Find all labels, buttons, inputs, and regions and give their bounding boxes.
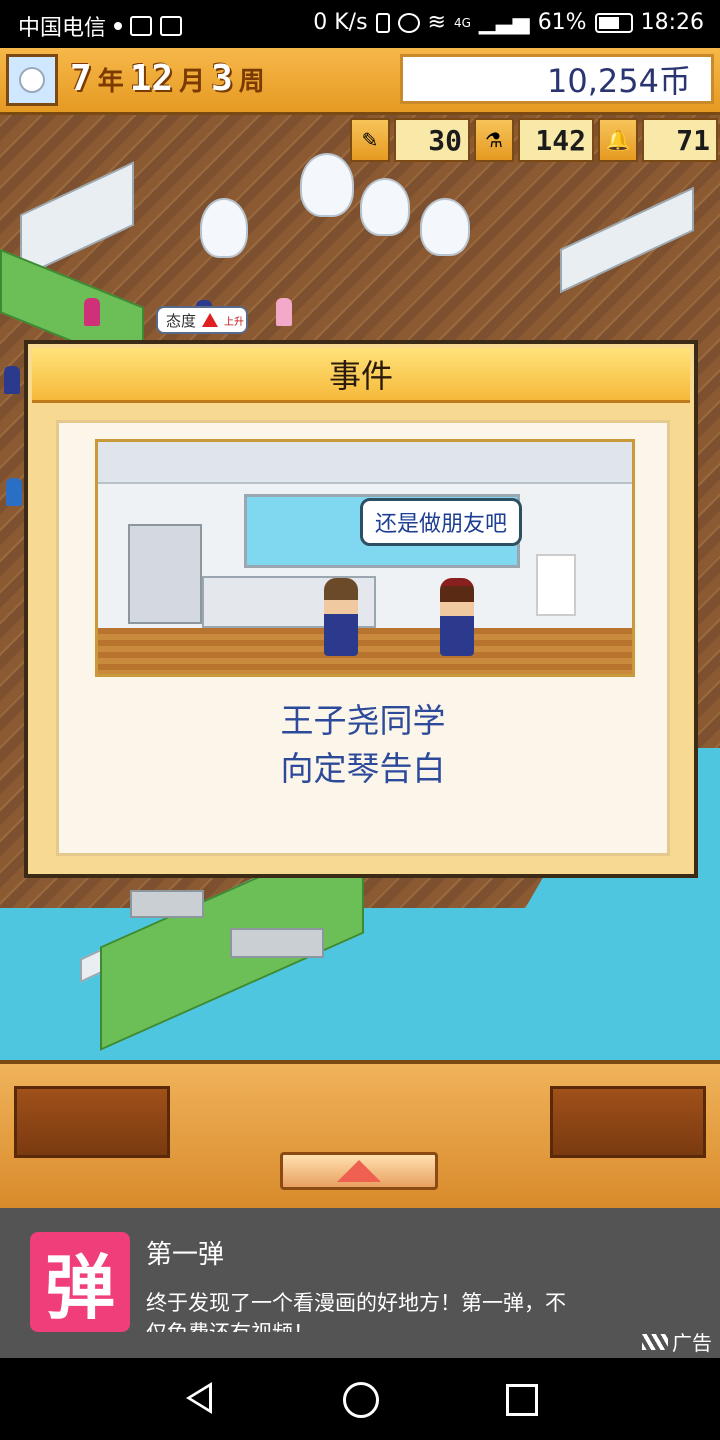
ad-label: 广告 bbox=[642, 1327, 712, 1356]
rabbit-character[interactable] bbox=[276, 298, 292, 326]
desk-cluster bbox=[130, 890, 204, 918]
top-hud: 7 年 12 月 3 周 10,254币 bbox=[0, 48, 720, 115]
boy-character bbox=[324, 578, 358, 656]
stat-other-points: 71 bbox=[642, 118, 718, 162]
ad-banner[interactable]: 弹 第一弹 终于发现了一个看漫画的好地方！第一弹，不仅免费还有视频！ 广告 bbox=[0, 1208, 720, 1358]
event-dialog[interactable]: 事件 还是做朋友吧 王子尧同学 向定琴告白 bbox=[24, 340, 698, 878]
scene-ceiling bbox=[98, 442, 632, 484]
student-character[interactable] bbox=[4, 366, 20, 394]
year-unit: 年 bbox=[97, 67, 124, 97]
scene-floor bbox=[98, 628, 632, 674]
game-date: 7 年 12 月 3 周 bbox=[70, 58, 265, 102]
snowy-tree bbox=[300, 153, 354, 217]
vibrate-icon bbox=[375, 12, 390, 33]
ad-app-logo[interactable]: 弹 bbox=[30, 1232, 130, 1332]
desk-cluster bbox=[230, 928, 324, 958]
left-menu-slot[interactable] bbox=[14, 1086, 170, 1158]
attitude-tag: 态度 上升 bbox=[156, 306, 248, 334]
ad-description[interactable]: 终于发现了一个看漫画的好地方！第一弹，不仅免费还有视频！ bbox=[146, 1288, 566, 1332]
status-bar: 中国电信 0 K/s ≋ 4G ▁▃▅ 61% 18:26 bbox=[0, 0, 720, 48]
recent-apps-icon[interactable] bbox=[506, 1384, 538, 1416]
snowy-tree bbox=[200, 198, 248, 258]
month-unit: 月 bbox=[179, 67, 206, 97]
bell-icon: 🔔 bbox=[598, 118, 638, 162]
pencil-icon: ✎ bbox=[350, 118, 390, 162]
ad-title[interactable]: 第一弹 bbox=[146, 1234, 224, 1271]
snowman-icon[interactable] bbox=[6, 54, 58, 106]
ad-tag-text: 广告 bbox=[672, 1331, 712, 1355]
battery-icon bbox=[594, 12, 633, 33]
clock: 18:26 bbox=[640, 10, 704, 35]
signal-icon: ▁▃▅ bbox=[478, 10, 530, 35]
clipboard-icon bbox=[130, 16, 153, 36]
event-line-1: 王子尧同学 bbox=[280, 701, 446, 740]
back-icon[interactable] bbox=[186, 1382, 212, 1414]
building-wall bbox=[560, 186, 694, 294]
building-wall bbox=[20, 161, 134, 279]
arrow-up-icon bbox=[202, 313, 219, 327]
attitude-label: 态度 bbox=[166, 311, 197, 330]
right-menu-slot[interactable] bbox=[550, 1086, 706, 1158]
snowy-tree bbox=[420, 198, 470, 256]
speech-bubble: 还是做朋友吧 bbox=[360, 498, 523, 546]
event-description: 王子尧同学 向定琴告白 bbox=[59, 697, 667, 793]
triangle-up-icon bbox=[337, 1160, 381, 1182]
scene-lockers bbox=[128, 524, 202, 624]
network-type: 4G bbox=[453, 15, 471, 30]
event-dialog-title: 事件 bbox=[32, 348, 690, 403]
student-character[interactable] bbox=[84, 298, 100, 326]
event-line-2: 向定琴告白 bbox=[280, 749, 446, 788]
home-icon[interactable] bbox=[343, 1382, 379, 1418]
snowy-tree bbox=[360, 178, 410, 236]
network-speed: 0 K/s bbox=[313, 10, 368, 35]
flask-icon: ⚗ bbox=[474, 118, 514, 162]
cat-icon bbox=[160, 16, 183, 36]
event-scene-image: 还是做朋友吧 bbox=[95, 439, 635, 677]
notification-dot-icon bbox=[114, 22, 123, 30]
navigation-bar bbox=[0, 1358, 720, 1440]
week-unit: 周 bbox=[238, 67, 265, 97]
stat-research-points: 142 bbox=[518, 118, 594, 162]
month-value: 12 bbox=[129, 58, 174, 99]
scene-poster bbox=[536, 554, 576, 616]
year-value: 7 bbox=[70, 58, 92, 99]
girl-character bbox=[440, 578, 474, 656]
wifi-icon: ≋ bbox=[427, 10, 446, 35]
money-display: 10,254币 bbox=[400, 54, 714, 104]
battery-percent: 61% bbox=[537, 10, 587, 35]
alarm-icon bbox=[397, 12, 420, 33]
resource-stats: ✎ 30 ⚗ 142 🔔 71 bbox=[350, 118, 720, 164]
ad-mark-icon bbox=[642, 1333, 668, 1350]
stat-study-points: 30 bbox=[394, 118, 470, 162]
carrier-label: 中国电信 bbox=[18, 16, 107, 41]
student-character[interactable] bbox=[6, 478, 22, 506]
bottom-menu-panel bbox=[0, 1060, 720, 1212]
expand-menu-button[interactable] bbox=[280, 1152, 438, 1190]
event-dialog-body: 还是做朋友吧 王子尧同学 向定琴告白 bbox=[56, 420, 670, 856]
week-value: 3 bbox=[211, 58, 233, 99]
attitude-badge: 上升 bbox=[224, 316, 245, 328]
